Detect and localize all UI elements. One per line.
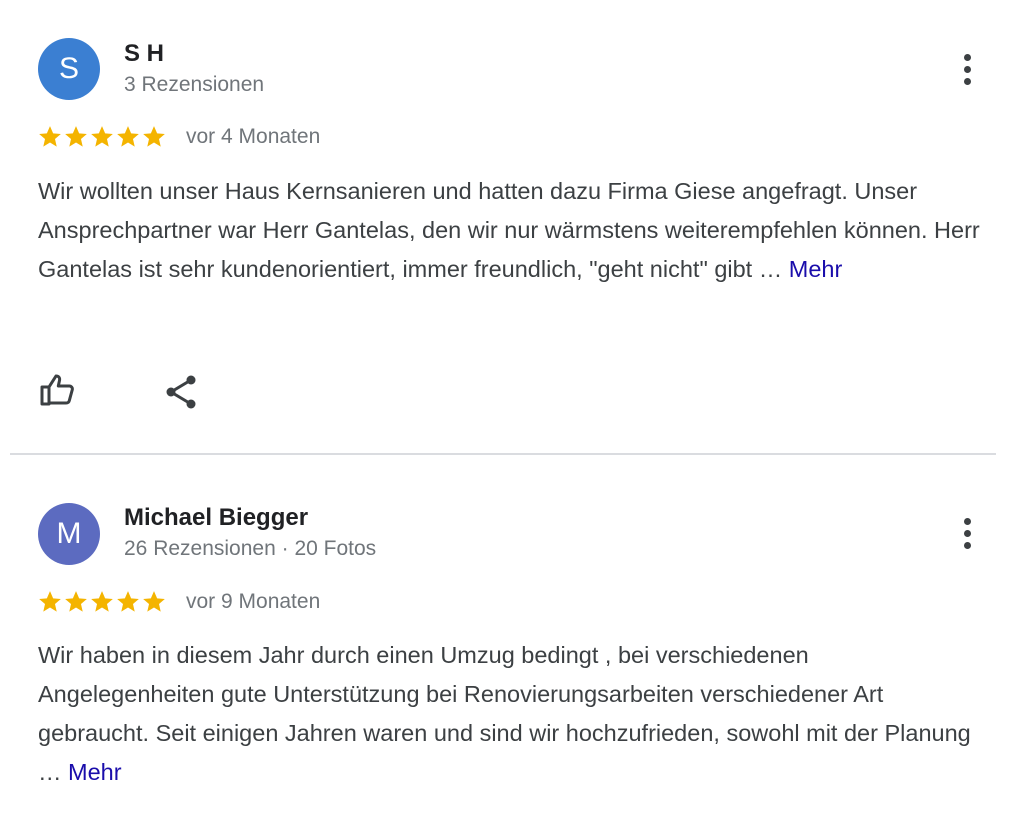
star-icon: [39, 126, 61, 147]
star-rating: [37, 124, 167, 152]
star-icon: [39, 591, 61, 612]
avatar[interactable]: S: [38, 38, 100, 100]
star-icon: [143, 126, 165, 147]
like-icon: [40, 374, 74, 406]
star-icon: [91, 126, 113, 147]
more-link[interactable]: Mehr: [68, 759, 122, 785]
star-icon: [65, 591, 87, 612]
like-button[interactable]: [38, 370, 78, 410]
reviewer-meta: 26 Rezensionen · 20 Fotos: [124, 537, 377, 560]
more-options-button[interactable]: [953, 512, 983, 556]
review-text: Wir wollten unser Haus Kernsanieren und …: [38, 172, 988, 289]
more-vert-icon: [964, 54, 971, 61]
star-rating: [37, 589, 167, 617]
star-icon: [117, 126, 139, 147]
star-icon: [91, 591, 113, 612]
review-date: vor 4 Monaten: [186, 125, 321, 148]
review-text-body: Wir haben in diesem Jahr durch einen Umz…: [38, 642, 971, 785]
review-text: Wir haben in diesem Jahr durch einen Umz…: [38, 636, 988, 792]
more-vert-icon: [964, 518, 971, 525]
divider: [10, 453, 996, 455]
reviewer-name[interactable]: S H: [124, 40, 164, 68]
avatar[interactable]: M: [38, 503, 100, 565]
star-icon: [65, 126, 87, 147]
more-options-button[interactable]: [953, 48, 983, 92]
review-date: vor 9 Monaten: [186, 590, 321, 613]
star-icon: [143, 591, 165, 612]
more-link[interactable]: Mehr: [789, 256, 843, 282]
share-icon: [166, 375, 196, 409]
reviewer-name[interactable]: Michael Biegger: [124, 504, 308, 532]
reviewer-meta: 3 Rezensionen: [124, 73, 265, 96]
star-icon: [117, 591, 139, 612]
share-button[interactable]: [162, 372, 202, 412]
